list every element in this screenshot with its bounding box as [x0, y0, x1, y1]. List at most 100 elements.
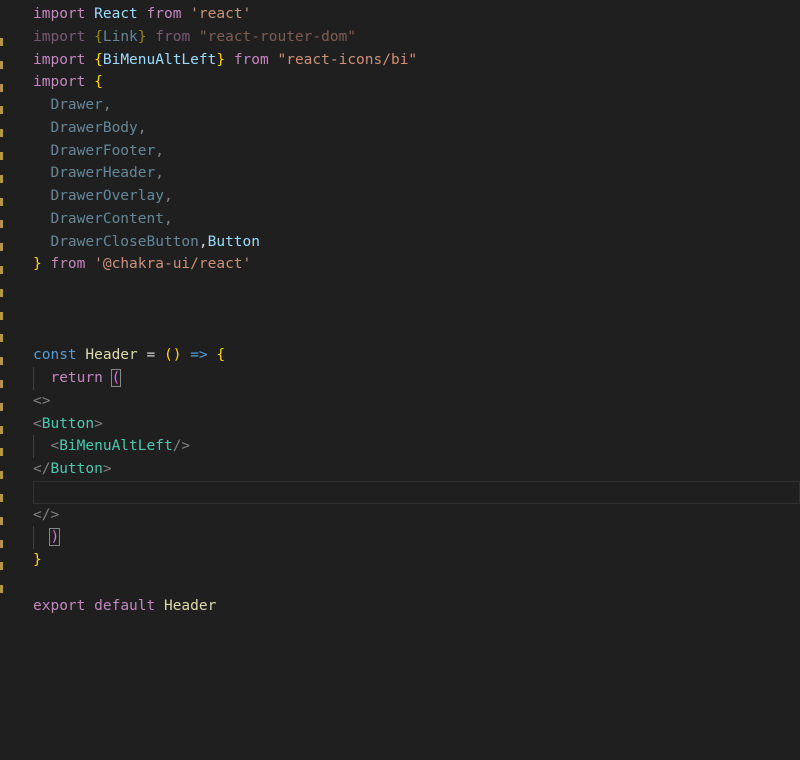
code-line[interactable]: import {Link} from "react-router-dom"	[33, 26, 800, 49]
gutter-change-marker	[0, 84, 3, 92]
comma: ,	[155, 142, 164, 159]
code-line[interactable]: DrawerOverlay,	[33, 185, 800, 208]
identifier: Header	[163, 597, 217, 614]
string-literal: 'react'	[190, 6, 252, 22]
gutter-change-marker	[0, 198, 3, 206]
string-literal: "react-router-dom"	[198, 28, 357, 45]
code-line[interactable]: }	[33, 549, 800, 572]
gutter-change-marker	[0, 585, 3, 593]
brace: }	[33, 552, 42, 568]
comma: ,	[137, 119, 147, 136]
gutter-change-marker	[0, 38, 3, 46]
comma: ,	[163, 188, 173, 204]
identifier: Link	[102, 28, 138, 45]
keyword: return	[50, 370, 103, 386]
code-line[interactable]	[33, 322, 800, 345]
identifier: DrawerOverlay	[50, 188, 164, 204]
identifier: BiMenuAltLeft	[102, 51, 217, 68]
indent-guide	[33, 526, 34, 549]
code-line[interactable]: import React from 'react'	[33, 3, 800, 26]
paren: )	[49, 528, 61, 547]
code-line[interactable]: const Header = () => {	[33, 344, 800, 367]
comma: ,	[163, 210, 173, 227]
gutter-change-marker	[0, 562, 3, 570]
function-name: Header	[85, 347, 138, 364]
code-line[interactable]: } from '@chakra-ui/react'	[33, 253, 800, 276]
identifier: DrawerHeader	[50, 165, 156, 182]
indent-guide	[33, 367, 34, 390]
code-line[interactable]: Drawer,	[33, 94, 800, 117]
identifier: DrawerFooter	[50, 142, 156, 159]
code-line[interactable]: <>	[33, 390, 800, 413]
current-line[interactable]	[33, 481, 800, 504]
code-line[interactable]: DrawerHeader,	[33, 162, 800, 185]
comma: ,	[102, 97, 112, 113]
gutter-change-marker	[0, 152, 3, 160]
identifier: DrawerCloseButton	[50, 233, 199, 250]
paren: (	[110, 369, 122, 387]
code-line[interactable]: DrawerFooter,	[33, 140, 800, 163]
gutter-change-marker	[0, 61, 3, 69]
brace: {	[216, 347, 226, 364]
gutter-change-marker	[0, 448, 3, 456]
jsx-tag: Button	[50, 461, 103, 477]
code-line[interactable]	[33, 299, 800, 322]
jsx-tag: Button	[41, 415, 95, 432]
brace: {	[94, 51, 103, 68]
gutter-change-marker	[0, 175, 3, 183]
gutter-change-marker	[0, 129, 3, 137]
code-line[interactable]: )	[33, 526, 800, 549]
jsx-bracket: />	[172, 438, 191, 455]
code-line[interactable]: import {BiMenuAltLeft} from "react-icons…	[33, 49, 800, 72]
identifier: Drawer	[50, 97, 103, 113]
code-line[interactable]	[33, 276, 800, 299]
keyword: from	[50, 256, 86, 273]
gutter-change-marker	[0, 220, 3, 228]
jsx-bracket: <	[33, 415, 42, 432]
code-line[interactable]: return (	[33, 367, 800, 390]
code-line[interactable]	[33, 572, 800, 595]
code-line[interactable]: </Button>	[33, 458, 800, 481]
identifier: DrawerContent	[50, 210, 164, 227]
code-line[interactable]: DrawerCloseButton,Button	[33, 231, 800, 254]
keyword: import	[33, 74, 86, 91]
identifier: Button	[207, 233, 260, 250]
code-line[interactable]: DrawerBody,	[33, 117, 800, 140]
jsx-bracket: >	[94, 415, 103, 432]
identifier: React	[94, 6, 138, 22]
git-change-gutter	[0, 0, 4, 760]
string-literal: '@chakra-ui/react'	[94, 256, 252, 273]
keyword: const	[33, 347, 77, 364]
code-line[interactable]: <Button>	[33, 413, 800, 436]
code-editor[interactable]: import React from 'react' import {Link} …	[0, 0, 800, 760]
code-line[interactable]: import {	[33, 71, 800, 94]
gutter-change-marker	[0, 106, 3, 114]
gutter-change-marker	[0, 380, 3, 388]
gutter-change-marker	[0, 517, 3, 525]
gutter-change-marker	[0, 289, 3, 297]
brace: {	[94, 28, 103, 45]
gutter-change-marker	[0, 471, 3, 479]
keyword: from	[146, 6, 182, 22]
jsx-tag: BiMenuAltLeft	[59, 438, 173, 455]
keyword: from	[233, 51, 269, 68]
jsx-bracket: <	[50, 438, 60, 455]
gutter-change-marker	[0, 403, 3, 411]
brace: {	[94, 74, 103, 91]
brace: }	[216, 51, 226, 68]
code-line[interactable]: <BiMenuAltLeft/>	[33, 435, 800, 458]
code-line[interactable]: export default Header	[33, 595, 800, 618]
brace: }	[33, 256, 42, 273]
jsx-fragment: <>	[33, 392, 51, 409]
gutter-change-marker	[0, 540, 3, 548]
code-lines[interactable]: import React from 'react' import {Link} …	[33, 3, 800, 617]
gutter-change-marker	[0, 426, 3, 434]
gutter-change-marker	[0, 243, 3, 251]
keyword: import	[33, 6, 86, 22]
gutter-change-marker	[0, 334, 3, 342]
jsx-bracket: >	[102, 461, 112, 477]
comma: ,	[198, 233, 208, 250]
code-line[interactable]: DrawerContent,	[33, 208, 800, 231]
indent-guide	[33, 435, 34, 458]
code-line[interactable]: </>	[33, 504, 800, 527]
